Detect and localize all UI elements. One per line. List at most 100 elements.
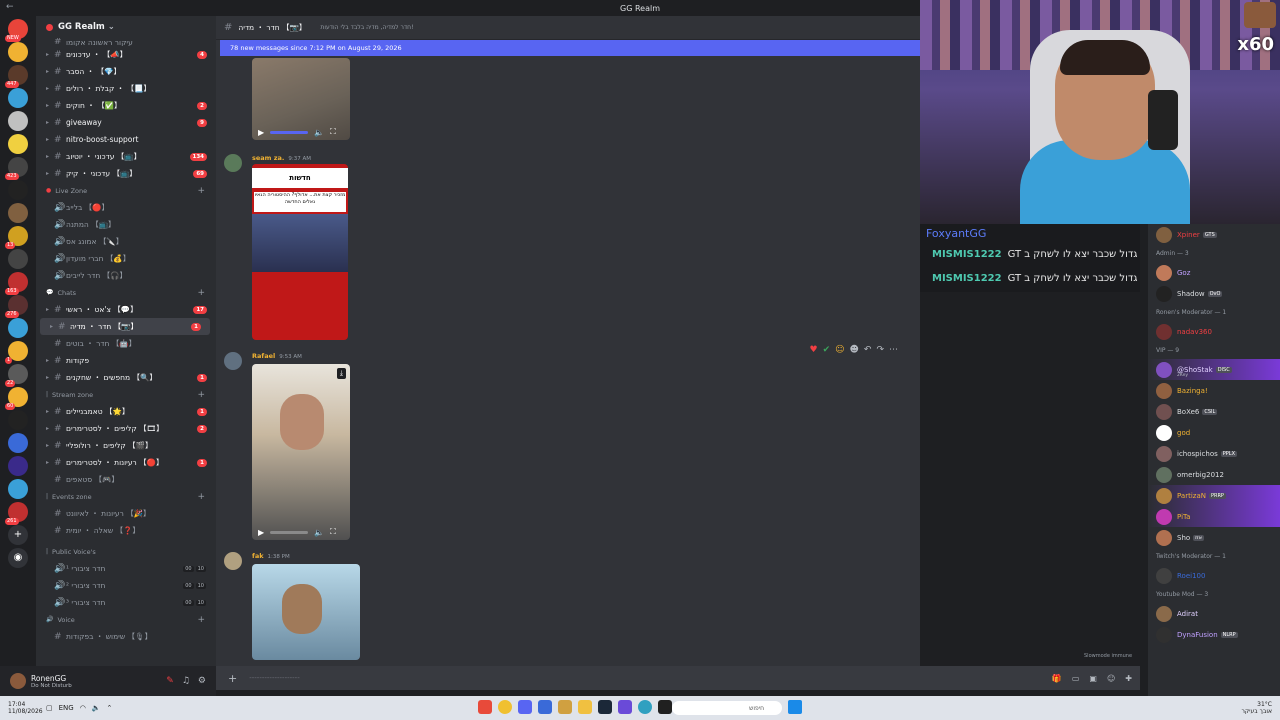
download-icon[interactable]: ⤓ [336, 368, 346, 379]
avatar[interactable] [1156, 567, 1172, 584]
server-icon[interactable]: 423 [5, 157, 28, 180]
avatar[interactable] [1156, 403, 1172, 420]
channel-item[interactable]: 🔊 המתנה 【📺】 [36, 216, 216, 233]
message-author[interactable]: seam za. [252, 154, 284, 162]
language-indicator[interactable]: ENG [59, 704, 74, 712]
server-icon[interactable]: 1 [5, 341, 28, 364]
member-item[interactable]: Bazinga! [1148, 380, 1280, 401]
steam-icon[interactable] [598, 700, 612, 714]
channel-item[interactable]: ▸ # עדכוני ・ קיק 【📺】 69 [36, 165, 216, 182]
image-attachment[interactable]: חדשות מזכיר קצת את... אדולף? ההיסטוריה ה… [252, 164, 348, 340]
avatar[interactable] [1156, 382, 1172, 399]
clock[interactable]: 17:04 11/08/2026 [8, 701, 43, 715]
avatar[interactable] [224, 552, 242, 570]
channel-item[interactable]: # סטאפים 【🎮】 [36, 471, 216, 488]
volume-icon[interactable]: 🔈 [314, 128, 324, 137]
channel-item[interactable]: ▸ # רעיונות ・ לסטרימרים 【🔴】 1 [36, 454, 216, 471]
channel-item[interactable]: ▸ # עדכוני ・ יוטיוב 【📺】 134 [36, 148, 216, 165]
server-icon[interactable] [8, 318, 28, 338]
progress-bar[interactable] [270, 130, 309, 134]
message-author[interactable]: Rafael [252, 352, 275, 360]
edge-icon[interactable] [638, 700, 652, 714]
back-arrow-icon[interactable]: ← [6, 2, 14, 12]
avatar[interactable] [1156, 264, 1172, 281]
gif-icon[interactable]: ▭ [1072, 674, 1080, 683]
member-item[interactable]: Goz [1148, 262, 1280, 283]
add-server-icon[interactable]: + [8, 525, 28, 545]
channel-item[interactable]: ▸ # קליפים ・ לסטרימרים 【🎞】 2 [36, 420, 216, 437]
search-box[interactable]: חיפוש [672, 701, 782, 715]
server-icon[interactable] [8, 249, 28, 269]
volume-icon[interactable]: 🔈 [92, 704, 101, 712]
channel-item[interactable]: # שימוש ・ בפקודות 【🎙】 [36, 628, 216, 645]
avatar[interactable] [1156, 285, 1172, 302]
gear-icon[interactable]: ⚙ [198, 676, 206, 686]
avatar[interactable] [224, 352, 242, 370]
app-icon[interactable] [538, 700, 552, 714]
forward-icon[interactable]: ↷ [876, 345, 884, 355]
heart-reaction-icon[interactable]: ♥ [810, 345, 818, 355]
start-icon[interactable] [788, 700, 802, 714]
server-icon[interactable] [8, 203, 28, 223]
member-item[interactable]: PiTa [1148, 506, 1280, 527]
server-icon[interactable] [8, 134, 28, 154]
discover-icon[interactable]: ◉ [8, 548, 28, 568]
member-item[interactable]: BoXe6 CSIL [1148, 401, 1280, 422]
channel-item-partial[interactable]: # עיקור ראשונה אקומו [36, 38, 216, 46]
add-channel-icon[interactable]: + [197, 186, 205, 196]
discord-icon[interactable] [518, 700, 532, 714]
app-icon[interactable] [658, 700, 672, 714]
message-input[interactable]: -------------------- [249, 674, 300, 682]
channel-topic[interactable]: חדר למדיה, מדיה בלבד בלי הודעות! [320, 24, 413, 31]
more-icon[interactable]: ⋯ [889, 345, 898, 355]
member-item[interactable]: PartizaN PRRP [1148, 485, 1280, 506]
category-live[interactable]: ● Live Zone + [36, 182, 216, 199]
chrome-icon[interactable] [498, 700, 512, 714]
member-item[interactable]: @ShoStak DISC 2Key [1148, 359, 1280, 380]
avatar[interactable] [1156, 605, 1172, 622]
channel-item[interactable]: 🔊 חדר ציבורי ¹ 00 10 [36, 560, 216, 577]
add-channel-icon[interactable]: + [197, 390, 205, 400]
channel-item[interactable]: ▸ # טאמבניילים 【🌟】 1 [36, 403, 216, 420]
add-channel-icon[interactable]: + [197, 288, 205, 298]
app-icon[interactable] [558, 700, 572, 714]
channel-item[interactable]: ▸ # nitro-boost-support [36, 131, 216, 148]
guild-header[interactable]: GG Realm ⌄ [36, 16, 216, 38]
server-icon[interactable] [8, 410, 28, 430]
member-item[interactable]: Shadow OvO [1148, 283, 1280, 304]
avatar[interactable] [10, 673, 26, 689]
member-item[interactable]: Xpiner GTS [1148, 224, 1280, 245]
channel-item[interactable]: 🔊 חברי מועדון 【💰】 [36, 250, 216, 267]
server-icon[interactable]: 261 [5, 502, 28, 525]
channel-item[interactable]: 🔊 חדר ציבורי ² 00 10 [36, 577, 216, 594]
play-icon[interactable]: ▶ [258, 528, 264, 537]
weather[interactable]: 31°C אובך בעיקר [1242, 701, 1272, 715]
server-icon[interactable] [8, 180, 28, 200]
tray-chevron-icon[interactable]: ⌃ [107, 704, 113, 712]
channel-item[interactable]: # שאלה ・ יומית 【❓】 [36, 522, 216, 539]
fullscreen-icon[interactable]: ⛶ [330, 127, 336, 137]
server-icon[interactable] [8, 111, 28, 131]
member-item[interactable]: nadav360 [1148, 321, 1280, 342]
server-icon[interactable]: 276 [5, 295, 28, 318]
headphones-icon[interactable]: ♫ [182, 676, 190, 686]
server-icon[interactable]: NEW [5, 19, 28, 42]
channel-item[interactable]: # חדר ・ בוטים 【🤖】 [36, 335, 216, 352]
member-item[interactable]: Adirat [1148, 603, 1280, 624]
add-channel-icon[interactable]: + [197, 615, 205, 625]
member-item[interactable]: DynaFusion NLRP [1148, 624, 1280, 645]
gift-icon[interactable]: 🎁 [1052, 674, 1062, 683]
app-icon[interactable] [618, 700, 632, 714]
notification-icon[interactable]: ▢ [46, 704, 53, 712]
channel-item[interactable]: ▸ # הסבר ・ 【💎】 [36, 63, 216, 80]
channel-item[interactable]: ▸ # קליפים ・ רולופליי 【🎬】 [36, 437, 216, 454]
channel-item[interactable]: ▸ # חוקים ・ 【✅】 2 [36, 97, 216, 114]
channel-item[interactable]: 🔊 חדר לייבים 【🎧】 [36, 267, 216, 284]
member-item[interactable]: ichospichos PPLX [1148, 443, 1280, 464]
sticker-icon[interactable]: ▣ [1089, 674, 1097, 683]
channel-item[interactable]: ▸ # giveaway 9 [36, 114, 216, 131]
avatar[interactable] [1156, 466, 1172, 483]
channel-item[interactable]: # רעיונות ・ לאיוונט 【🎉】 [36, 505, 216, 522]
add-reaction-icon[interactable]: ☻ [850, 345, 859, 355]
avatar[interactable] [1156, 424, 1172, 441]
